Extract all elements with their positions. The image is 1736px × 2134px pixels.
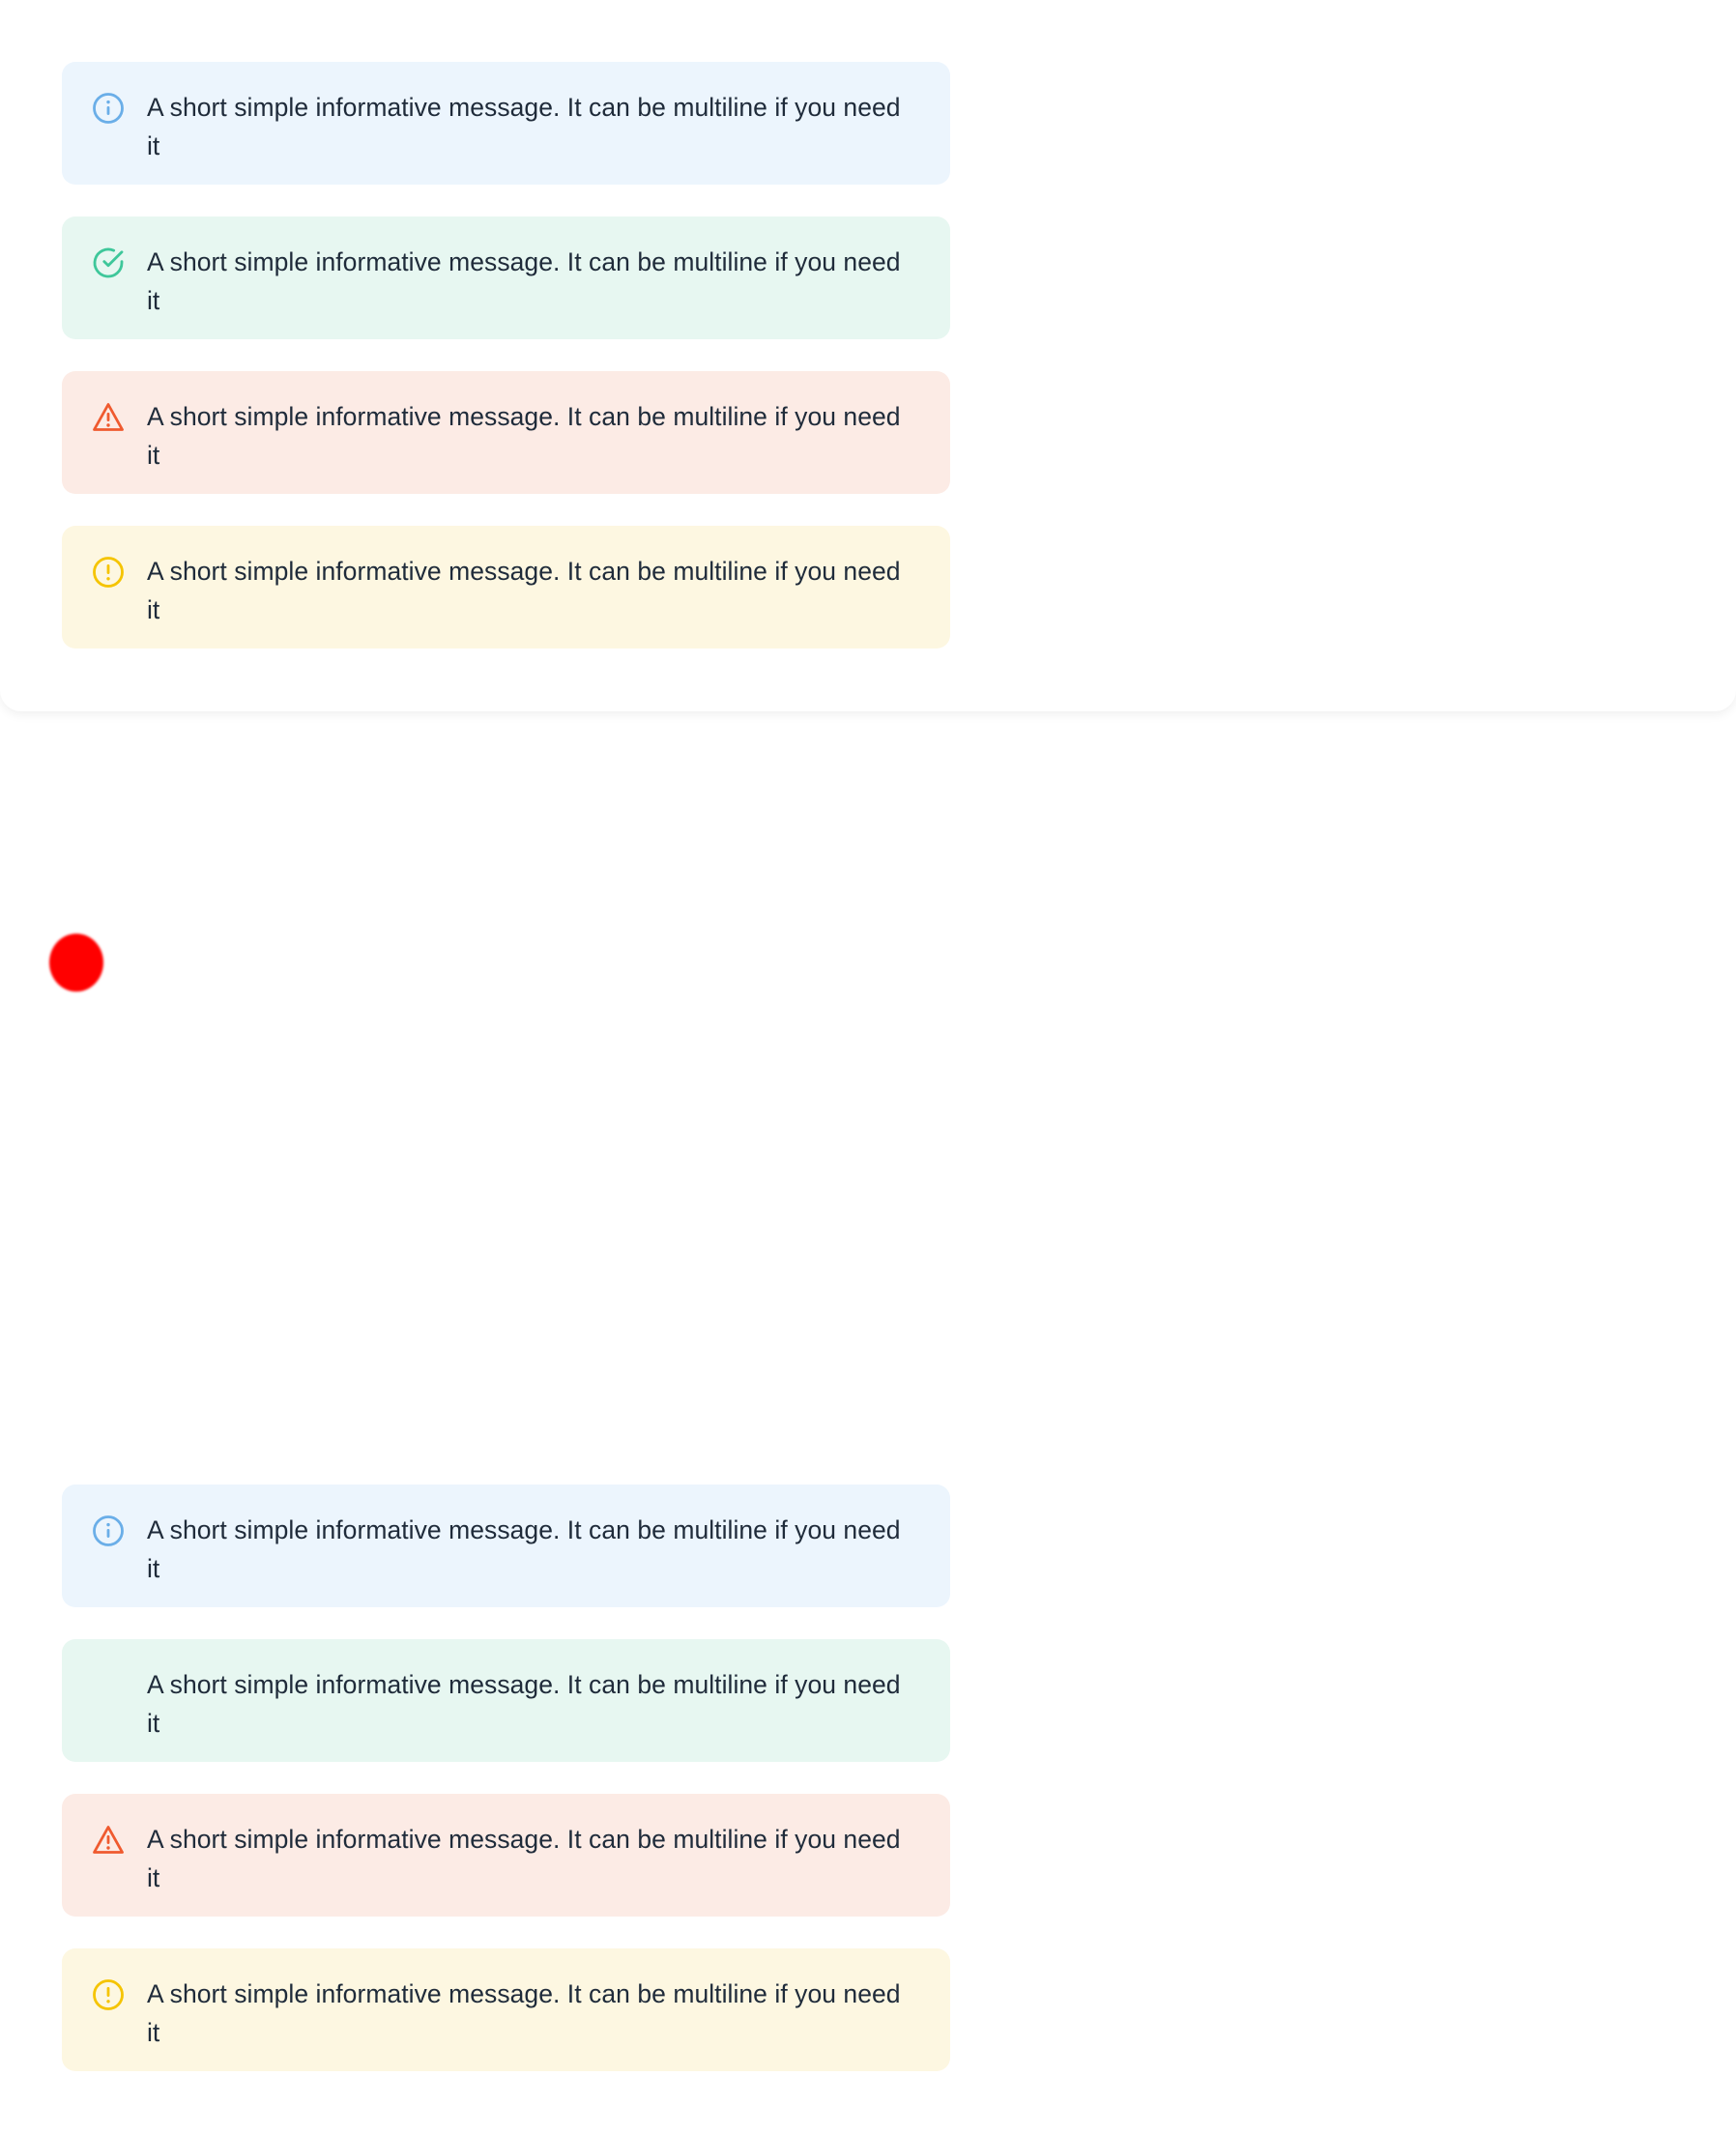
alert-success: A short simple informative message. It c… (62, 1639, 950, 1762)
exclamation-circle-icon (91, 555, 126, 590)
warning-triangle-icon (91, 400, 126, 435)
alert-success: A short simple informative message. It c… (62, 216, 950, 339)
info-icon (91, 1514, 126, 1548)
alert-message: A short simple informative message. It c… (147, 247, 901, 315)
alert-message: A short simple informative message. It c… (147, 557, 901, 624)
alert-message: A short simple informative message. It c… (147, 1979, 901, 2047)
alert-info: A short simple informative message. It c… (62, 1485, 950, 1607)
alert-warning: A short simple informative message. It c… (62, 1948, 950, 2071)
alert-message: A short simple informative message. It c… (147, 93, 901, 160)
top-alert-panel: A short simple informative message. It c… (0, 0, 1736, 711)
alert-message: A short simple informative message. It c… (147, 1825, 901, 1892)
alert-warning: A short simple informative message. It c… (62, 526, 950, 649)
alert-message: A short simple informative message. It c… (147, 1670, 901, 1738)
warning-triangle-icon (91, 1823, 126, 1858)
info-icon (91, 91, 126, 126)
alert-error: A short simple informative message. It c… (62, 371, 950, 494)
alert-error: A short simple informative message. It c… (62, 1794, 950, 1917)
alert-message: A short simple informative message. It c… (147, 402, 901, 470)
check-circle-icon (91, 245, 126, 280)
bottom-alert-panel: A short simple informative message. It c… (0, 1421, 1736, 2134)
alert-message: A short simple informative message. It c… (147, 1515, 901, 1583)
alert-info: A short simple informative message. It c… (62, 62, 950, 185)
exclamation-circle-icon (91, 1977, 126, 2012)
cursor-indicator (49, 934, 103, 992)
